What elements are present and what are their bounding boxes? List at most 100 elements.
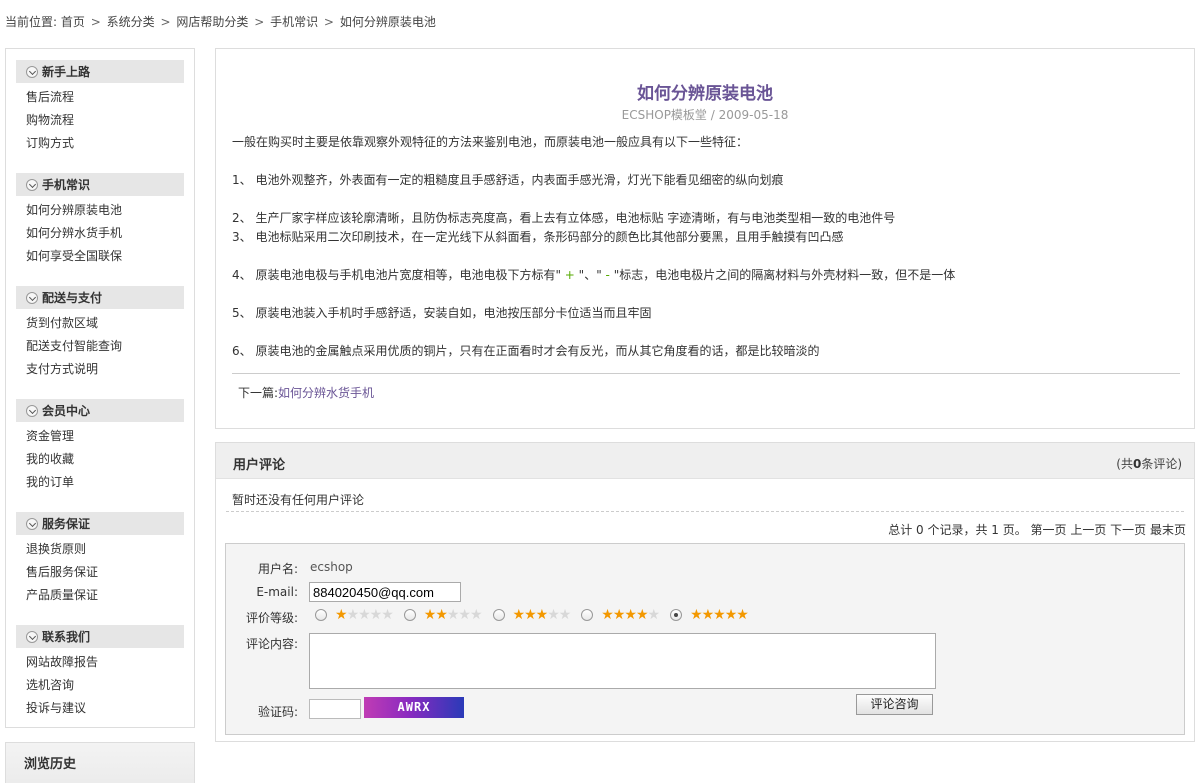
chevron-down-icon xyxy=(26,630,38,643)
breadcrumb-home[interactable]: 首页 xyxy=(61,15,85,29)
email-label: E-mail: xyxy=(256,585,298,599)
star-filled-icon: ★ xyxy=(335,607,348,623)
sidebar-link[interactable]: 订购方式 xyxy=(26,133,184,156)
comments-title: 用户评论 xyxy=(233,458,286,473)
help-category-shipping: 配送与支付 货到付款区域 配送支付智能查询 支付方式说明 xyxy=(16,286,184,382)
comments-header: 用户评论 (共0条评论) xyxy=(216,443,1194,479)
breadcrumb-system-category[interactable]: 系统分类 xyxy=(107,15,155,29)
chevron-down-icon xyxy=(26,65,38,78)
help-category-service: 服务保证 退换货原则 售后服务保证 产品质量保证 xyxy=(16,512,184,608)
rating-radio[interactable] xyxy=(581,609,594,621)
sidebar-link[interactable]: 网站故障报告 xyxy=(26,652,184,675)
comments-divider xyxy=(226,511,1184,512)
comment-content-textarea[interactable] xyxy=(309,633,936,689)
article-text: 4、 原装电池电极与手机电池片宽度相等，电池电极下方标有" xyxy=(232,268,561,282)
help-category-newbie: 新手上路 售后流程 购物流程 订购方式 xyxy=(16,60,184,156)
sidebar-link[interactable]: 如何分辨水货手机 xyxy=(26,223,184,246)
rating-option-3[interactable]: ★★★ ★★ xyxy=(492,607,571,623)
category-header[interactable]: 新手上路 xyxy=(16,60,184,83)
sidebar-link[interactable]: 选机咨询 xyxy=(26,675,184,698)
help-category-contact: 联系我们 网站故障报告 选机咨询 投诉与建议 xyxy=(16,625,184,721)
next-article: 下一篇:如何分辨水货手机 xyxy=(238,384,374,401)
content-label: 评论内容: xyxy=(245,637,298,651)
sidebar-link[interactable]: 我的订单 xyxy=(26,472,184,495)
comments-pager[interactable]: 总计 0 个记录，共 1 页。 第一页 上一页 下一页 最末页 xyxy=(888,521,1186,538)
article-paragraph: 4、 原装电池电极与手机电池片宽度相等，电池电极下方标有" + "、" - "标… xyxy=(232,266,955,283)
rating-option-1[interactable]: ★ ★★★★ xyxy=(315,607,394,623)
username-label: 用户名: xyxy=(257,562,298,576)
breadcrumb-separator: > xyxy=(254,15,265,29)
article-divider xyxy=(232,373,1180,374)
category-header[interactable]: 服务保证 xyxy=(16,512,184,535)
star-empty-icon: ★★★★ xyxy=(346,607,394,623)
sidebar-link[interactable]: 购物流程 xyxy=(26,110,184,133)
rating-radio-selected[interactable] xyxy=(670,609,683,621)
sidebar-link[interactable]: 资金管理 xyxy=(26,426,184,449)
article-text: "、" xyxy=(578,268,602,282)
article-title: 如何分辨原装电池 xyxy=(637,84,773,104)
category-title: 手机常识 xyxy=(42,178,91,192)
category-title: 联系我们 xyxy=(42,630,91,644)
article-paragraph: 6、 原装电池的金属触点采用优质的铜片，只有在正面看时才会有反光，而从其它角度看… xyxy=(232,344,820,358)
browse-history-panel: 浏览历史 xyxy=(5,742,195,783)
sidebar-link[interactable]: 支付方式说明 xyxy=(26,359,184,382)
minus-mark: - xyxy=(601,268,614,282)
article-meta: ECSHOP模板堂 / 2009-05-18 xyxy=(621,108,789,122)
captcha-input[interactable] xyxy=(309,699,361,719)
sidebar-link[interactable]: 产品质量保证 xyxy=(26,585,184,608)
breadcrumb-separator: > xyxy=(323,15,334,29)
next-article-link[interactable]: 如何分辨水货手机 xyxy=(278,386,374,400)
email-field[interactable] xyxy=(309,582,461,602)
category-title: 会员中心 xyxy=(42,404,91,418)
sidebar-link[interactable]: 我的收藏 xyxy=(26,449,184,472)
category-title: 新手上路 xyxy=(42,65,91,79)
article-text: "标志，电池电极片之间的隔离材料与外壳材料一致，但不是一体 xyxy=(613,268,956,282)
sidebar-link[interactable]: 如何享受全国联保 xyxy=(26,246,184,269)
rating-option-5[interactable]: ★★★★★ xyxy=(670,608,749,622)
category-header[interactable]: 联系我们 xyxy=(16,625,184,648)
captcha-label: 验证码: xyxy=(257,705,298,719)
submit-comment-button[interactable]: 评论咨询 xyxy=(856,694,933,715)
comments-count-suffix: 条评论) xyxy=(1141,457,1182,471)
category-header[interactable]: 配送与支付 xyxy=(16,286,184,309)
sidebar-link[interactable]: 投诉与建议 xyxy=(26,698,184,721)
sidebar-link[interactable]: 配送支付智能查询 xyxy=(26,336,184,359)
sidebar-link[interactable]: 货到付款区域 xyxy=(26,313,184,336)
comments-count: (共0条评论) xyxy=(1116,455,1182,472)
category-header[interactable]: 手机常识 xyxy=(16,173,184,196)
chevron-down-icon xyxy=(26,404,38,417)
captcha-image[interactable]: AWRX xyxy=(364,697,464,718)
star-filled-icon: ★★ xyxy=(423,607,448,623)
star-filled-icon: ★★★ xyxy=(512,607,549,623)
breadcrumb-phone-knowledge[interactable]: 手机常识 xyxy=(270,15,318,29)
article-paragraph: 1、 电池外观整齐，外表面有一定的粗糙度且手感舒适，内表面手感光滑，灯光下能看见… xyxy=(232,173,784,187)
category-title: 配送与支付 xyxy=(42,291,103,305)
chevron-down-icon xyxy=(26,178,38,191)
breadcrumb-help-category[interactable]: 网店帮助分类 xyxy=(176,15,248,29)
rating-radio[interactable] xyxy=(492,609,505,621)
rating-option-2[interactable]: ★★ ★★★ xyxy=(403,607,483,623)
star-filled-icon: ★★★★ xyxy=(601,607,648,623)
rating-radio[interactable] xyxy=(403,609,416,621)
rating-radio[interactable] xyxy=(315,609,327,621)
sidebar-link[interactable]: 如何分辨原装电池 xyxy=(26,200,184,223)
comments-panel: 用户评论 (共0条评论) 暂时还没有任何用户评论 总计 0 个记录，共 1 页。… xyxy=(215,442,1195,742)
star-empty-icon: ★ xyxy=(647,607,661,623)
rating-label: 评价等级: xyxy=(245,611,298,625)
sidebar-link[interactable]: 退换货原则 xyxy=(26,539,184,562)
article-intro: 一般在购买时主要是依靠观察外观特征的方法来鉴别电池，而原装电池一般应具有以下一些… xyxy=(232,135,749,149)
help-category-member: 会员中心 资金管理 我的收藏 我的订单 xyxy=(16,399,184,495)
sidebar-link[interactable]: 售后服务保证 xyxy=(26,562,184,585)
no-comments-text: 暂时还没有任何用户评论 xyxy=(232,493,365,507)
article-panel: 如何分辨原装电池 ECSHOP模板堂 / 2009-05-18 一般在购买时主要… xyxy=(215,48,1195,429)
comment-form: 用户名: ecshop E-mail: 评价等级: ★★★★★ ★★★★★ ★★… xyxy=(225,543,1185,735)
sidebar-link[interactable]: 售后流程 xyxy=(26,87,184,110)
breadcrumb-separator: > xyxy=(90,15,101,29)
next-article-label: 下一篇: xyxy=(238,386,279,400)
username-value: ecshop xyxy=(310,560,353,574)
breadcrumb-prefix: 当前位置: xyxy=(5,15,58,29)
rating-option-4[interactable]: ★★★★ ★ xyxy=(581,607,661,623)
article-paragraph: 5、 原装电池装入手机时手感舒适，安装自如，电池按压部分卡位适当而且牢固 xyxy=(232,306,652,320)
chevron-down-icon xyxy=(26,517,38,530)
category-header[interactable]: 会员中心 xyxy=(16,399,184,422)
